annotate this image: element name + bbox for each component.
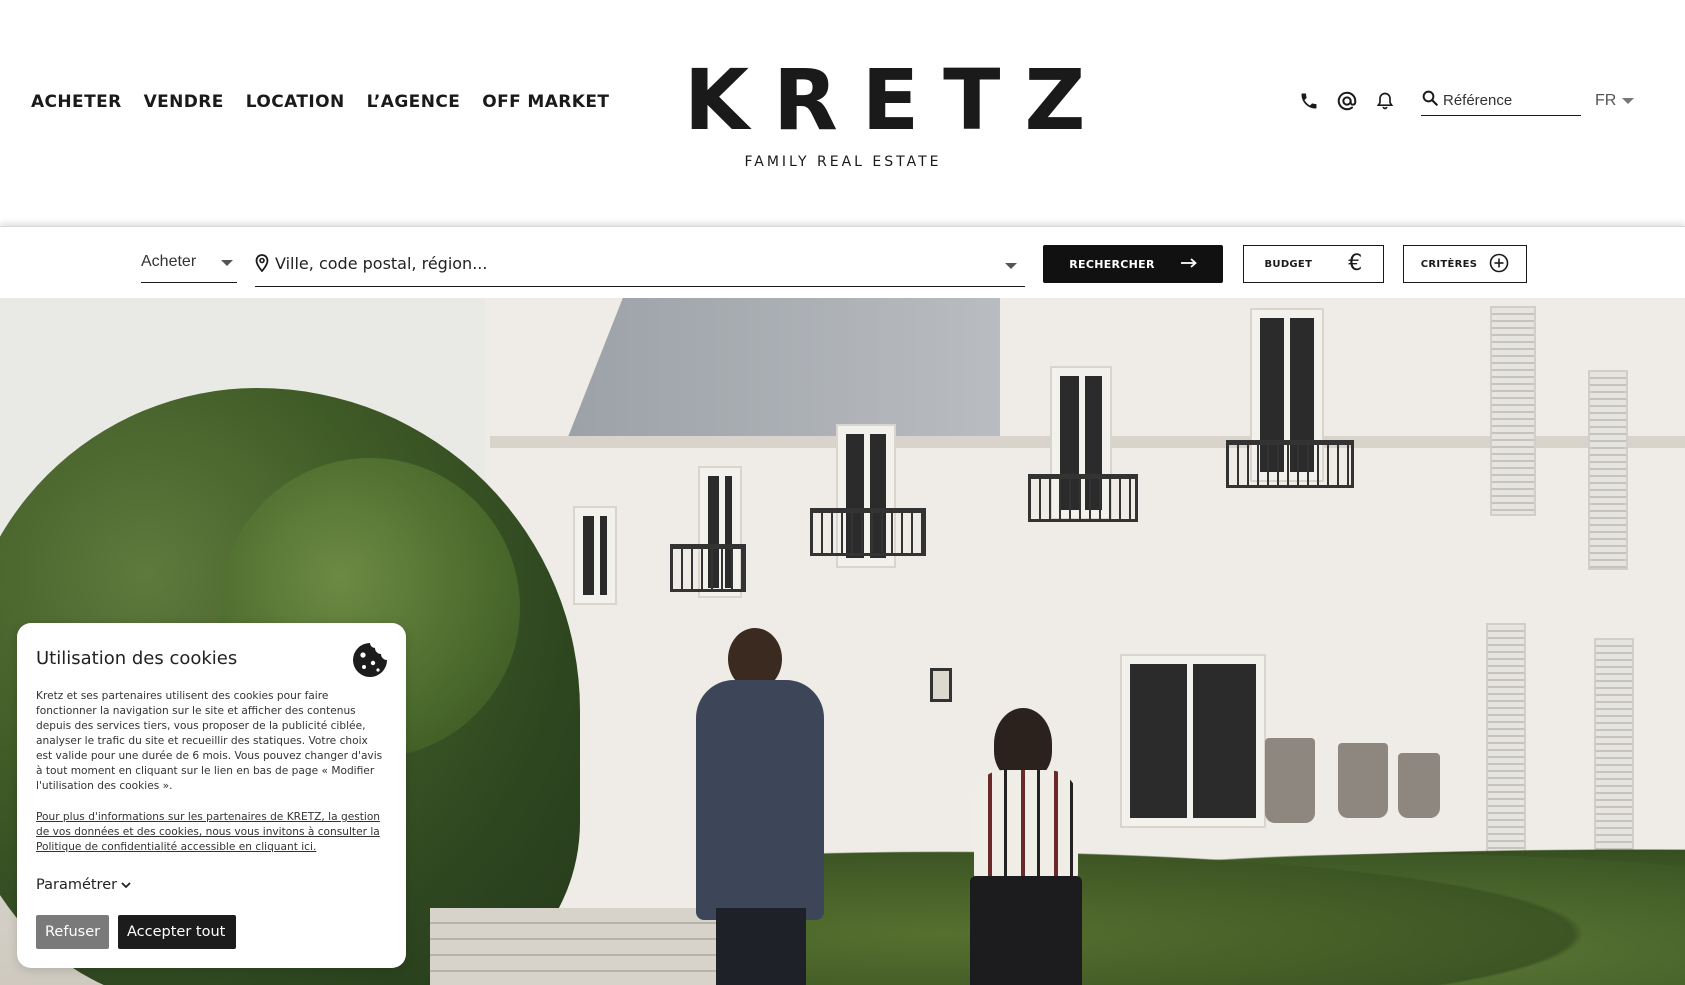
criteria-button-label: CRITÈRES xyxy=(1420,258,1478,270)
accept-all-cookies-button[interactable]: Accepter tout xyxy=(118,915,236,949)
budget-button-label: BUDGET xyxy=(1264,258,1313,270)
hero-window xyxy=(575,508,615,603)
euro-icon: € xyxy=(1348,251,1363,276)
hero-plant-pot xyxy=(1265,738,1315,823)
language-label: FR xyxy=(1595,92,1617,109)
hero-garden-plants xyxy=(760,838,1685,985)
cookie-title: Utilisation des cookies xyxy=(36,648,238,669)
search-button-label: RECHERCHER xyxy=(1069,257,1155,271)
search-button[interactable]: RECHERCHER xyxy=(1043,245,1223,283)
at-icon[interactable] xyxy=(1335,89,1359,113)
nav-item-agence[interactable]: L’AGENCE xyxy=(367,92,461,112)
hero-man xyxy=(690,628,830,985)
property-search-bar: Acheter RECHERCHER BUDGET € CRITÈRES xyxy=(0,226,1685,298)
kretz-logo[interactable]: KRETZ FAMILY REAL ESTATE xyxy=(660,51,1110,170)
cookie-settings-label: Paramétrer xyxy=(36,877,118,893)
transaction-type-select[interactable]: Acheter xyxy=(141,251,237,283)
search-icon xyxy=(1421,89,1439,112)
phone-icon[interactable] xyxy=(1297,89,1321,113)
logo-wordmark: KRETZ xyxy=(684,51,1110,149)
hero-shutter xyxy=(1588,370,1628,570)
location-field[interactable] xyxy=(255,251,1025,287)
criteria-button[interactable]: CRITÈRES xyxy=(1403,245,1527,283)
cookie-settings-toggle[interactable]: Paramétrer xyxy=(36,877,387,893)
nav-item-location[interactable]: LOCATION xyxy=(246,92,345,112)
plus-circle-icon xyxy=(1489,253,1509,276)
hero-wall-lamp xyxy=(930,668,952,702)
reference-input[interactable] xyxy=(1443,92,1571,109)
privacy-policy-link[interactable]: Pour plus d'informations sur les partena… xyxy=(36,810,387,855)
reference-search xyxy=(1421,86,1581,116)
nav-item-vendre[interactable]: VENDRE xyxy=(144,92,224,112)
site-header: ACHETER VENDRE LOCATION L’AGENCE OFF MAR… xyxy=(0,0,1685,226)
hero-shutter xyxy=(1490,306,1536,516)
logo-tagline: FAMILY REAL ESTATE xyxy=(744,154,942,170)
cookie-body-text: Kretz et ses partenaires utilisent des c… xyxy=(36,690,383,792)
hero-balcony xyxy=(1028,474,1138,522)
hero-balcony xyxy=(810,508,926,556)
cookie-consent-dialog: Utilisation des cookies Kretz et ses par… xyxy=(17,623,406,968)
hero-woman xyxy=(966,708,1086,985)
arrow-right-icon xyxy=(1180,257,1197,271)
location-input[interactable] xyxy=(275,254,975,273)
chevron-down-icon xyxy=(121,877,131,893)
hero-balcony xyxy=(1226,440,1354,488)
language-selector[interactable]: FR xyxy=(1595,92,1635,110)
chevron-down-icon xyxy=(221,260,233,266)
nav-item-acheter[interactable]: ACHETER xyxy=(31,92,122,112)
nav-item-off-market[interactable]: OFF MARKET xyxy=(482,92,609,112)
header-tools: FR xyxy=(1297,86,1635,116)
bell-icon[interactable] xyxy=(1373,89,1397,113)
cookie-actions: Refuser Accepter tout xyxy=(36,915,236,949)
hero-shutter xyxy=(1486,623,1526,873)
main-nav: ACHETER VENDRE LOCATION L’AGENCE OFF MAR… xyxy=(31,92,609,112)
map-pin-icon xyxy=(255,254,269,277)
hero-plant-pot xyxy=(1398,753,1440,818)
chevron-down-icon[interactable] xyxy=(1005,263,1017,269)
hero-plant-pot xyxy=(1338,743,1388,818)
refuse-cookies-button[interactable]: Refuser xyxy=(36,915,109,949)
cookie-icon xyxy=(351,641,389,679)
budget-button[interactable]: BUDGET € xyxy=(1243,245,1384,283)
hero-balcony xyxy=(670,544,746,592)
transaction-type-value: Acheter xyxy=(141,253,197,270)
chevron-down-icon xyxy=(1622,98,1635,104)
hero-french-window xyxy=(1122,656,1264,826)
